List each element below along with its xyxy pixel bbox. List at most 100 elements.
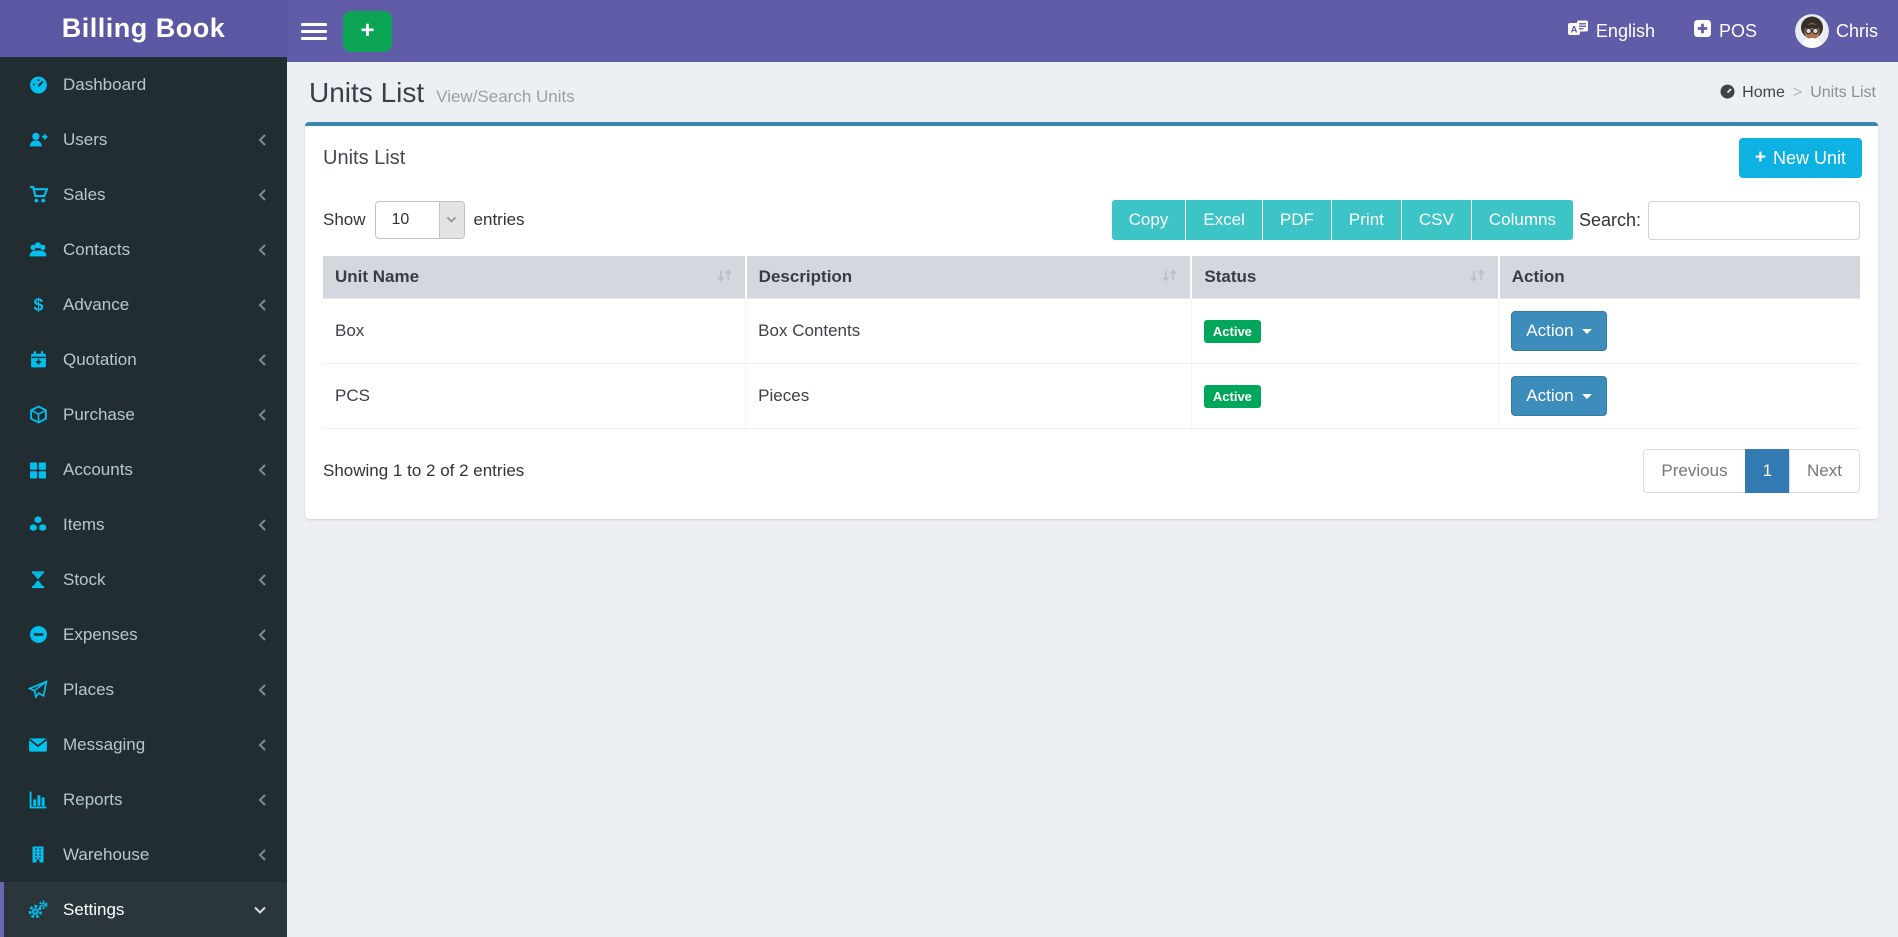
breadcrumb-current: Units List — [1810, 84, 1876, 101]
sidebar-item-label: Purchase — [63, 404, 135, 424]
sidebar-item-label: Dashboard — [63, 74, 147, 94]
sidebar-item-label: Users — [63, 129, 108, 149]
users-icon — [26, 240, 50, 259]
breadcrumb-home[interactable]: Home — [1719, 83, 1785, 104]
sidebar-item-places[interactable]: Places — [0, 662, 287, 717]
export-button-group: Copy Excel PDF Print CSV Columns — [1111, 200, 1573, 240]
next-page-button[interactable]: Next — [1789, 449, 1860, 493]
hamburger-icon[interactable] — [301, 22, 327, 40]
page-length-select[interactable]: 10 — [374, 201, 465, 239]
app-window: Billing Book Dashboard Users Sales Conta… — [0, 0, 1898, 937]
sidebar-item-label: Accounts — [63, 459, 133, 479]
sidebar-item-label: Sales — [63, 184, 106, 204]
excel-button[interactable]: Excel — [1186, 200, 1263, 240]
user-name: Chris — [1835, 20, 1878, 41]
chevron-left-icon — [257, 353, 267, 367]
sidebar-item-label: Contacts — [63, 239, 131, 259]
cell-status: Active — [1191, 298, 1500, 364]
svg-text:A: A — [1570, 24, 1577, 35]
sort-icon[interactable] — [1469, 267, 1486, 287]
sidebar-item-stock[interactable]: Stock — [0, 552, 287, 607]
units-table: Unit Name Description Status Action Box … — [323, 256, 1860, 429]
sidebar-item-dashboard[interactable]: Dashboard — [0, 57, 287, 112]
new-unit-button[interactable]: + New Unit — [1738, 138, 1862, 178]
sidebar-item-label: Reports — [63, 789, 123, 809]
table-row: PCS Pieces Active Action — [323, 363, 1860, 429]
sidebar-item-accounts[interactable]: Accounts — [0, 442, 287, 497]
sidebar-item-expenses[interactable]: Expenses — [0, 607, 287, 662]
sidebar-item-label: Settings — [63, 899, 125, 919]
cell-description: Pieces — [745, 363, 1192, 429]
sidebar-item-label: Warehouse — [63, 844, 150, 864]
content-header: Units List View/Search Units Home > Unit… — [287, 62, 1898, 122]
column-header-status[interactable]: Status — [1191, 256, 1500, 299]
units-list-card: Units List + New Unit Show 10 entries Co… — [305, 122, 1878, 519]
sort-icon[interactable] — [1161, 267, 1178, 287]
sidebar-item-settings[interactable]: Settings — [0, 882, 287, 937]
cell-unit-name: PCS — [323, 363, 747, 429]
dashboard-icon — [26, 75, 50, 94]
table-footer: Showing 1 to 2 of 2 entries Previous 1 N… — [323, 449, 1860, 493]
print-button[interactable]: Print — [1331, 200, 1402, 240]
column-header-unit-name[interactable]: Unit Name — [323, 256, 747, 299]
avatar — [1794, 14, 1829, 48]
card-header: Units List + New Unit — [305, 126, 1878, 188]
sidebar-item-warehouse[interactable]: Warehouse — [0, 827, 287, 882]
main-area: + A English POS Chris Units List View/Se… — [287, 0, 1898, 937]
minus-circle-icon — [26, 625, 50, 644]
sidebar-item-label: Items — [63, 514, 105, 534]
copy-button[interactable]: Copy — [1111, 200, 1187, 240]
sidebar-item-purchase[interactable]: Purchase — [0, 387, 287, 442]
page-length-value: 10 — [391, 211, 410, 228]
chevron-left-icon — [257, 793, 267, 807]
page-number-button[interactable]: 1 — [1744, 449, 1791, 493]
user-menu[interactable]: Chris — [1794, 14, 1878, 48]
chevron-left-icon — [257, 573, 267, 587]
language-icon: A — [1567, 18, 1589, 45]
sidebar-item-label: Advance — [63, 294, 130, 314]
navbar-right: A English POS Chris — [1567, 14, 1878, 48]
quick-add-button[interactable]: + — [343, 10, 392, 52]
dashboard-icon — [1719, 83, 1736, 104]
top-navbar: + A English POS Chris — [287, 0, 1898, 62]
paper-plane-icon — [26, 680, 50, 699]
card-title: Units List — [323, 146, 406, 169]
cell-status: Active — [1191, 363, 1500, 429]
cube-icon — [26, 405, 50, 424]
chevron-left-icon — [257, 683, 267, 697]
sidebar-item-items[interactable]: Items — [0, 497, 287, 552]
sidebar-item-reports[interactable]: Reports — [0, 772, 287, 827]
pdf-button[interactable]: PDF — [1262, 200, 1332, 240]
search-input[interactable] — [1648, 200, 1860, 240]
sidebar-item-advance[interactable]: $ Advance — [0, 277, 287, 332]
show-label: Show — [323, 210, 366, 229]
sidebar-item-users[interactable]: Users — [0, 112, 287, 167]
dollar-icon: $ — [26, 295, 50, 314]
building-icon — [26, 845, 50, 864]
grid-icon — [26, 461, 50, 479]
cart-icon — [26, 185, 50, 204]
svg-text:$: $ — [33, 295, 43, 314]
page-title: Units List — [309, 77, 425, 108]
sidebar-item-sales[interactable]: Sales — [0, 167, 287, 222]
chevron-left-icon — [257, 628, 267, 642]
sidebar-item-contacts[interactable]: Contacts — [0, 222, 287, 277]
pos-button[interactable]: POS — [1693, 19, 1757, 43]
language-menu[interactable]: A English — [1567, 18, 1655, 45]
sidebar-item-messaging[interactable]: Messaging — [0, 717, 287, 772]
previous-page-button[interactable]: Previous — [1643, 449, 1746, 493]
column-header-description[interactable]: Description — [745, 256, 1193, 299]
sidebar-item-quotation[interactable]: Quotation — [0, 332, 287, 387]
page-subtitle: View/Search Units — [436, 87, 575, 106]
csv-button[interactable]: CSV — [1401, 200, 1472, 240]
columns-button[interactable]: Columns — [1471, 200, 1573, 240]
app-logo[interactable]: Billing Book — [0, 0, 287, 57]
chevron-left-icon — [257, 298, 267, 312]
chevron-left-icon — [257, 518, 267, 532]
chevron-left-icon — [257, 738, 267, 752]
pos-label: POS — [1718, 20, 1757, 41]
action-dropdown-button[interactable]: Action — [1511, 376, 1607, 416]
sidebar-item-label: Messaging — [63, 734, 146, 754]
sort-icon[interactable] — [716, 267, 733, 287]
action-dropdown-button[interactable]: Action — [1511, 311, 1607, 351]
